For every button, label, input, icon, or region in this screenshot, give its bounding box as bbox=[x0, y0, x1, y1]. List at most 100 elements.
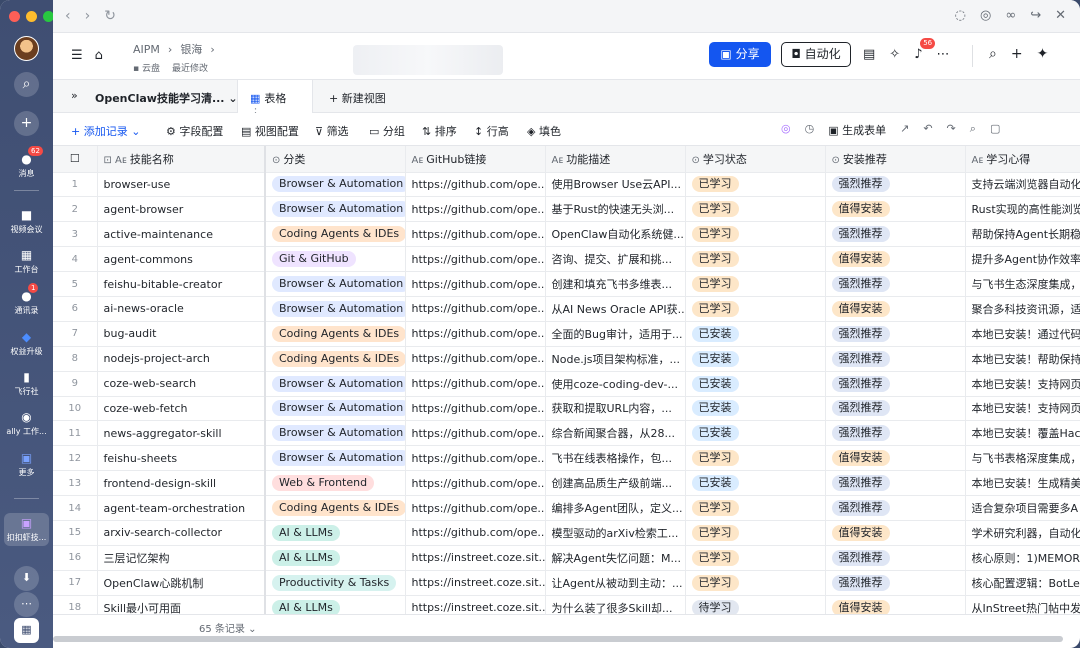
cell-skill-name[interactable]: frontend-design-skill bbox=[97, 470, 266, 497]
cell-category[interactable]: AI & LLMs bbox=[265, 520, 406, 546]
cell-recommend[interactable]: 强烈推荐 bbox=[825, 321, 966, 347]
record-count[interactable]: 65 条记录 ⌄ bbox=[199, 620, 256, 635]
cell-recommend[interactable]: 值得安装 bbox=[825, 445, 966, 472]
cell-notes[interactable]: 本地已安装！生成精美 bbox=[965, 470, 1080, 497]
table-row[interactable]: 4 agent-commons Git & GitHub https://github… bbox=[53, 246, 1080, 273]
cell-description[interactable]: 创建和填充飞书多维表... bbox=[545, 271, 686, 297]
cell-category[interactable]: Browser & Automation bbox=[265, 445, 406, 472]
cell-category[interactable]: Browser & Automation bbox=[265, 420, 406, 447]
row-number[interactable]: 3 bbox=[53, 221, 98, 248]
cell-description[interactable]: 获取和提取URL内容，... bbox=[545, 396, 686, 422]
cell-recommend[interactable]: 强烈推荐 bbox=[825, 470, 966, 497]
close-window-button[interactable] bbox=[9, 11, 20, 22]
cell-category[interactable]: Browser & Automation bbox=[265, 296, 406, 322]
cell-github-link[interactable]: https://github.com/ope... bbox=[405, 196, 546, 223]
cell-recommend[interactable]: 强烈推荐 bbox=[825, 396, 966, 422]
cell-skill-name[interactable]: arxiv-search-collector bbox=[97, 520, 266, 546]
table-row[interactable]: 8 nodejs-project-arch Coding Agents & IDEs… bbox=[53, 346, 1080, 372]
cell-description[interactable]: Node.js项目架构标准，... bbox=[545, 346, 686, 372]
cell-notes[interactable]: 核心配置逻辑：BotLe bbox=[965, 570, 1080, 596]
cell-github-link[interactable]: https://github.com/ope... bbox=[405, 246, 546, 273]
cell-category[interactable]: Coding Agents & IDEs bbox=[265, 346, 406, 372]
table-row[interactable]: 5 feishu-bitable-creator Browser & Automat… bbox=[53, 271, 1080, 297]
cell-skill-name[interactable]: ai-news-oracle bbox=[97, 296, 266, 322]
row-number[interactable]: 6 bbox=[53, 296, 98, 322]
cell-category[interactable]: Git & GitHub bbox=[265, 246, 406, 273]
row-number[interactable]: 16 bbox=[53, 545, 98, 571]
column-header-status[interactable]: ⊙ 学习状态 bbox=[685, 146, 826, 173]
cell-status[interactable]: 已学习 bbox=[685, 570, 826, 596]
cell-recommend[interactable]: 强烈推荐 bbox=[825, 545, 966, 571]
table-row[interactable]: 18 Skill最小可用面 AI & LLMs https://instreet.co… bbox=[53, 595, 1080, 614]
cell-notes[interactable]: 支持云端浏览器自动化 bbox=[965, 172, 1080, 198]
cell-notes[interactable]: 提升多Agent协作效率 bbox=[965, 246, 1080, 273]
table-row[interactable]: 11 news-aggregator-skill Browser & Automat… bbox=[53, 420, 1080, 447]
cell-skill-name[interactable]: coze-web-fetch bbox=[97, 396, 266, 422]
row-number[interactable]: 12 bbox=[53, 445, 98, 472]
sidebar-toggle-icon[interactable]: ☰ bbox=[71, 48, 83, 63]
cell-status[interactable]: 已学习 bbox=[685, 271, 826, 297]
cell-description[interactable]: 编排多Agent团队，定义... bbox=[545, 495, 686, 521]
cell-description[interactable]: 使用Browser Use云API... bbox=[545, 172, 686, 198]
back-icon[interactable]: ‹ bbox=[65, 8, 71, 24]
find-icon[interactable]: ⌕ bbox=[970, 122, 976, 138]
cell-recommend[interactable]: 强烈推荐 bbox=[825, 570, 966, 596]
compass-icon[interactable]: ◎ bbox=[980, 8, 991, 23]
cell-recommend[interactable]: 强烈推荐 bbox=[825, 420, 966, 447]
cell-status[interactable]: 已学习 bbox=[685, 495, 826, 521]
table-row[interactable]: 17 OpenClaw心跳机制 Productivity & Tasks https:… bbox=[53, 570, 1080, 596]
comment-icon[interactable]: ▢ bbox=[990, 122, 1000, 138]
row-number[interactable]: 15 bbox=[53, 520, 98, 546]
cell-recommend[interactable]: 强烈推荐 bbox=[825, 495, 966, 521]
cell-github-link[interactable]: https://instreet.coze.sit... bbox=[405, 545, 546, 571]
link-icon[interactable]: ∞ bbox=[1005, 8, 1016, 23]
comment-icon[interactable]: ◌ bbox=[955, 8, 966, 23]
cell-skill-name[interactable]: 三层记忆架构 bbox=[97, 545, 266, 571]
row-number[interactable]: 5 bbox=[53, 271, 98, 297]
table-title[interactable]: OpenClaw技能学习清... ⌄ bbox=[95, 90, 238, 106]
row-number[interactable]: 14 bbox=[53, 495, 98, 521]
cell-description[interactable]: 咨询、提交、扩展和挑... bbox=[545, 246, 686, 273]
table-row[interactable]: 14 agent-team-orchestration Coding Agents … bbox=[53, 495, 1080, 521]
rail-item-workbench[interactable]: ▦ 工作台 bbox=[0, 248, 53, 275]
cell-skill-name[interactable]: nodejs-project-arch bbox=[97, 346, 266, 372]
search-icon[interactable]: ⌕ bbox=[14, 72, 39, 97]
cell-recommend[interactable]: 值得安装 bbox=[825, 595, 966, 614]
column-header-recommend[interactable]: ⊙ 安装推荐 bbox=[825, 146, 966, 173]
cell-skill-name[interactable]: browser-use bbox=[97, 172, 266, 198]
table-row[interactable]: 12 feishu-sheets Browser & Automation https… bbox=[53, 445, 1080, 472]
cell-github-link[interactable]: https://github.com/ope... bbox=[405, 396, 546, 422]
cell-github-link[interactable]: https://github.com/ope... bbox=[405, 470, 546, 497]
cell-notes[interactable]: 学术研究利器，自动化 bbox=[965, 520, 1080, 546]
automation-button[interactable]: ◘ 自动化 bbox=[781, 42, 851, 67]
cell-category[interactable]: Productivity & Tasks bbox=[265, 570, 406, 596]
refresh-icon[interactable]: ↻ bbox=[104, 8, 116, 24]
minimize-window-button[interactable] bbox=[26, 11, 37, 22]
cell-description[interactable]: 模型驱动的arXiv检索工... bbox=[545, 520, 686, 546]
cell-category[interactable]: Web & Frontend bbox=[265, 470, 406, 497]
cell-status[interactable]: 已学习 bbox=[685, 221, 826, 248]
column-header-category[interactable]: ⊙ 分类 bbox=[265, 146, 406, 173]
cell-status[interactable]: 已学习 bbox=[685, 172, 826, 198]
rail-item-messages[interactable]: ● 62 消息 bbox=[0, 146, 53, 179]
ellipsis-icon[interactable]: ⋯ bbox=[14, 592, 39, 617]
cell-skill-name[interactable]: feishu-sheets bbox=[97, 445, 266, 472]
table-row[interactable]: 1 browser-use Browser & Automation https://… bbox=[53, 172, 1080, 198]
cell-recommend[interactable]: 值得安装 bbox=[825, 246, 966, 273]
cell-description[interactable]: OpenClaw自动化系统健... bbox=[545, 221, 686, 248]
cell-recommend[interactable]: 值得安装 bbox=[825, 520, 966, 546]
cell-description[interactable]: 基于Rust的快速无头浏... bbox=[545, 196, 686, 223]
collapse-icon[interactable]: » bbox=[71, 89, 78, 102]
rail-item-flight[interactable]: ▮ 飞行社 bbox=[0, 370, 53, 397]
cell-description[interactable]: 为什么装了很多Skill却... bbox=[545, 595, 686, 614]
table-row[interactable]: 2 agent-browser Browser & Automation https:… bbox=[53, 196, 1080, 223]
view-config-button[interactable]: ▤ 视图配置 bbox=[241, 123, 299, 139]
row-number[interactable]: 13 bbox=[53, 470, 98, 497]
cell-description[interactable]: 创建高品质生产级前端... bbox=[545, 470, 686, 497]
cell-notes[interactable]: 聚合多科技资讯源，适 bbox=[965, 296, 1080, 322]
column-header-desc[interactable]: Aᴇ 功能描述 bbox=[545, 146, 686, 173]
rail-item-upgrade[interactable]: ◆ 权益升级 bbox=[0, 330, 53, 357]
share-button[interactable]: ▣ 分享 bbox=[709, 42, 771, 67]
cell-github-link[interactable]: https://github.com/ope... bbox=[405, 321, 546, 347]
cell-status[interactable]: 已学习 bbox=[685, 520, 826, 546]
